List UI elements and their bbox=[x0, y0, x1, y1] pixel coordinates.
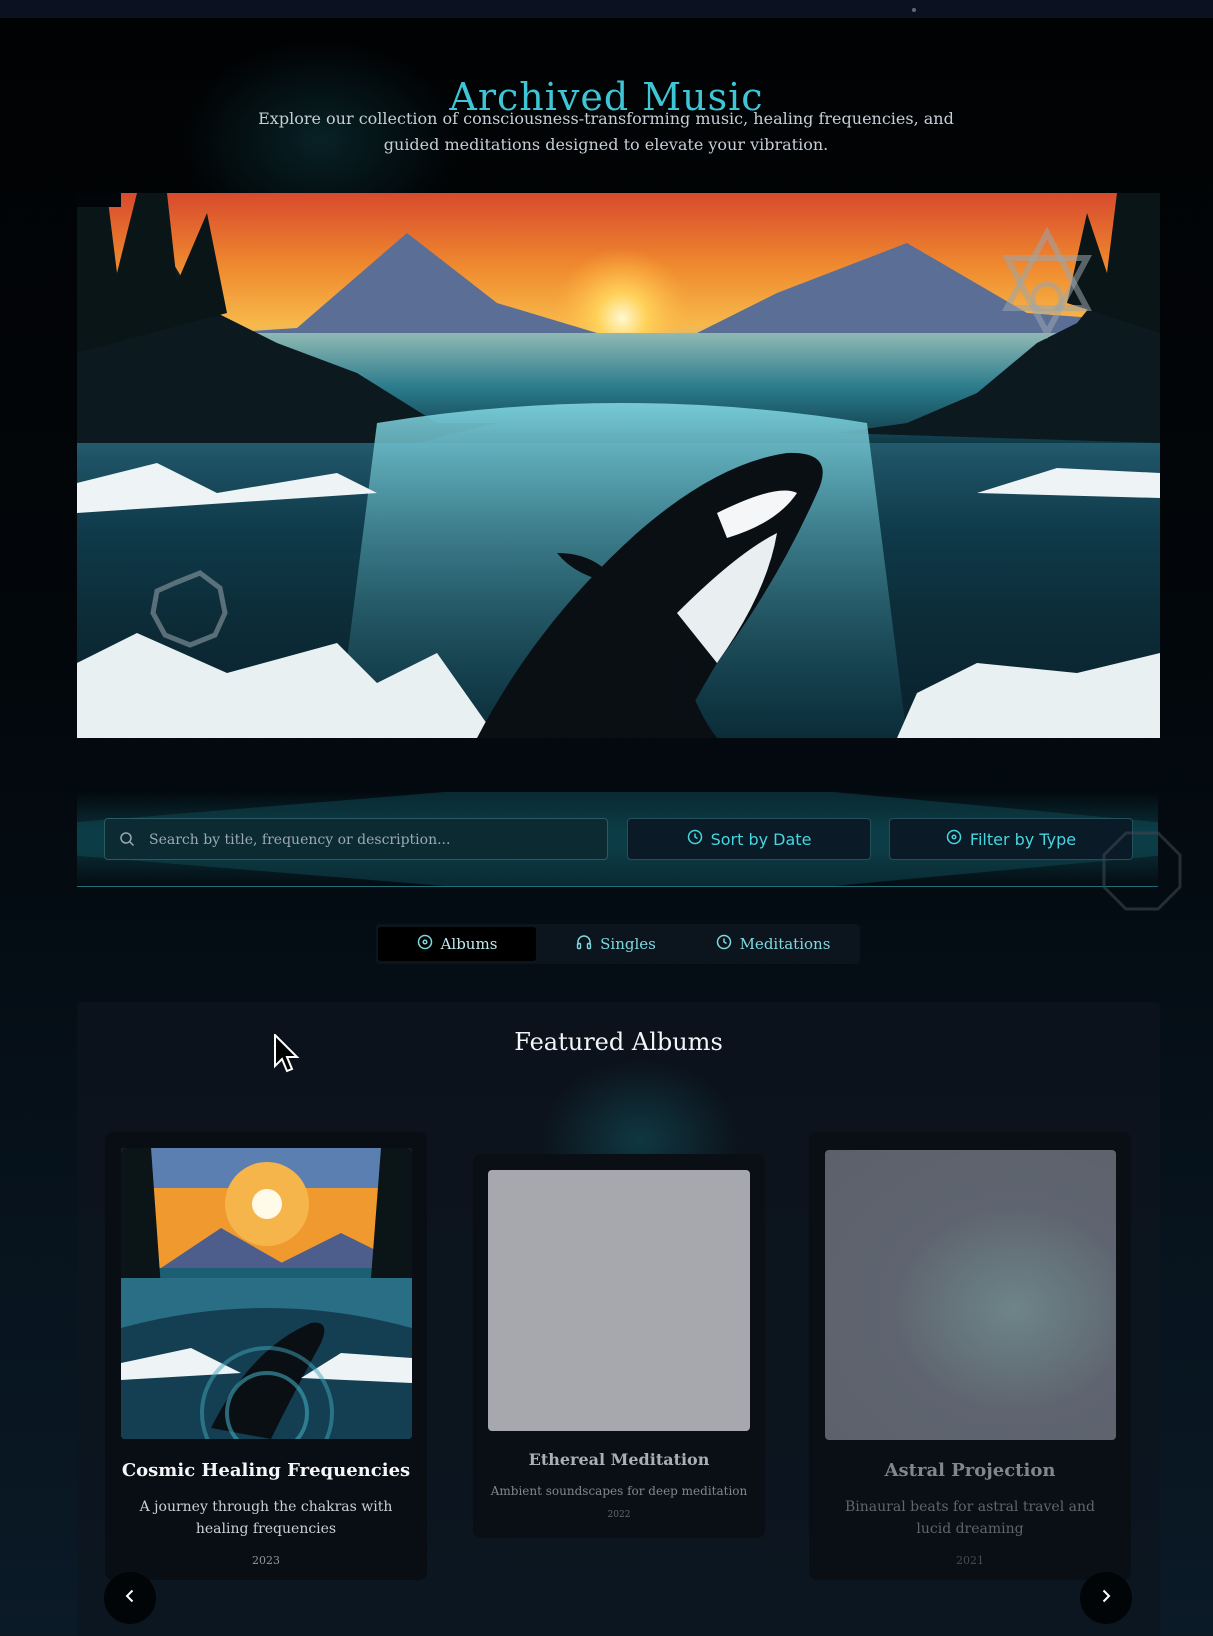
tab-albums[interactable]: Albums bbox=[378, 927, 536, 961]
album-card-astral[interactable]: Astral Projection Binaural beats for ast… bbox=[809, 1132, 1131, 1580]
tab-label: Singles bbox=[600, 935, 656, 953]
album-cover-placeholder bbox=[488, 1170, 750, 1431]
category-tabs: Albums Singles Meditations bbox=[376, 924, 860, 964]
album-year: 2022 bbox=[607, 1510, 631, 1520]
clock-icon bbox=[687, 829, 703, 849]
sort-label: Sort by Date bbox=[710, 829, 812, 849]
hero-corner bbox=[77, 193, 121, 207]
page-subtitle: Explore our collection of consciousness-… bbox=[258, 109, 954, 154]
album-description: Binaural beats for astral travel and luc… bbox=[845, 1499, 1095, 1537]
orca-artwork bbox=[77, 193, 1160, 738]
album-year: 2023 bbox=[252, 1554, 280, 1567]
album-description: Ambient soundscapes for deep meditation bbox=[490, 1484, 748, 1498]
carousel-next-button[interactable] bbox=[1080, 1572, 1132, 1624]
hero-image bbox=[77, 193, 1160, 738]
filter-label: Filter by Type bbox=[969, 829, 1077, 849]
chevron-right-icon bbox=[1098, 1588, 1114, 1608]
search-input[interactable] bbox=[147, 827, 591, 853]
search-field[interactable] bbox=[104, 818, 608, 860]
album-cover bbox=[121, 1148, 412, 1439]
sort-by-date-button[interactable]: Sort by Date bbox=[627, 818, 871, 860]
album-card-cosmic[interactable]: Cosmic Healing Frequencies A journey thr… bbox=[105, 1132, 427, 1580]
chevron-left-icon bbox=[122, 1588, 138, 1608]
tab-label: Albums bbox=[440, 935, 498, 953]
disc-icon bbox=[946, 829, 962, 849]
top-bar-dot bbox=[912, 8, 916, 12]
album-card-ethereal[interactable]: Ethereal Meditation Ambient soundscapes … bbox=[473, 1154, 765, 1538]
album-year: 2021 bbox=[956, 1554, 984, 1567]
headphones-icon bbox=[576, 934, 592, 954]
top-bar bbox=[0, 0, 1213, 18]
album-title: Ethereal Meditation bbox=[528, 1450, 710, 1469]
tab-meditations[interactable]: Meditations bbox=[698, 927, 848, 961]
album-description: A journey through the chakras with heali… bbox=[139, 1499, 393, 1537]
tab-singles[interactable]: Singles bbox=[546, 927, 686, 961]
album-title: Astral Projection bbox=[884, 1460, 1056, 1481]
tab-label: Meditations bbox=[739, 935, 831, 953]
carousel-prev-button[interactable] bbox=[104, 1572, 156, 1624]
mouse-cursor-icon bbox=[274, 1032, 300, 1078]
disc-icon bbox=[417, 934, 433, 954]
octagon-decoration bbox=[1102, 831, 1182, 915]
clock-icon bbox=[716, 934, 732, 954]
search-icon bbox=[119, 831, 135, 851]
album-title: Cosmic Healing Frequencies bbox=[121, 1460, 411, 1481]
section-title: Featured Albums bbox=[514, 1028, 723, 1056]
filter-by-type-button[interactable]: Filter by Type bbox=[889, 818, 1133, 860]
album-cover-placeholder bbox=[825, 1150, 1116, 1440]
